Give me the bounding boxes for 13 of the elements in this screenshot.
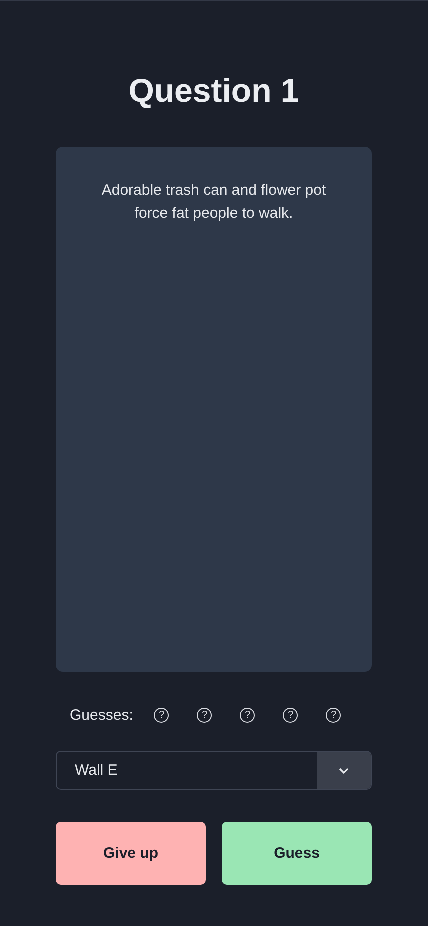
guess-status-icon: ? [154, 708, 170, 723]
guess-status-icon: ? [240, 708, 256, 723]
answer-select[interactable]: Wall E [56, 751, 372, 790]
guesses-label: Guesses: [70, 707, 134, 724]
guess-status-icon: ? [197, 708, 212, 723]
question-title: Question 1 [128, 71, 300, 111]
guess-status-icon: ? [283, 708, 298, 723]
guess-button[interactable]: Guess [222, 822, 372, 885]
guess-status-icon: ? [326, 708, 342, 723]
dropdown-button[interactable] [317, 752, 371, 789]
give-up-button[interactable]: Give up [56, 822, 206, 885]
clue-text: Adorable trash can and flower pot force fat people to walk. [100, 181, 328, 224]
chevron-down-icon [339, 768, 349, 774]
